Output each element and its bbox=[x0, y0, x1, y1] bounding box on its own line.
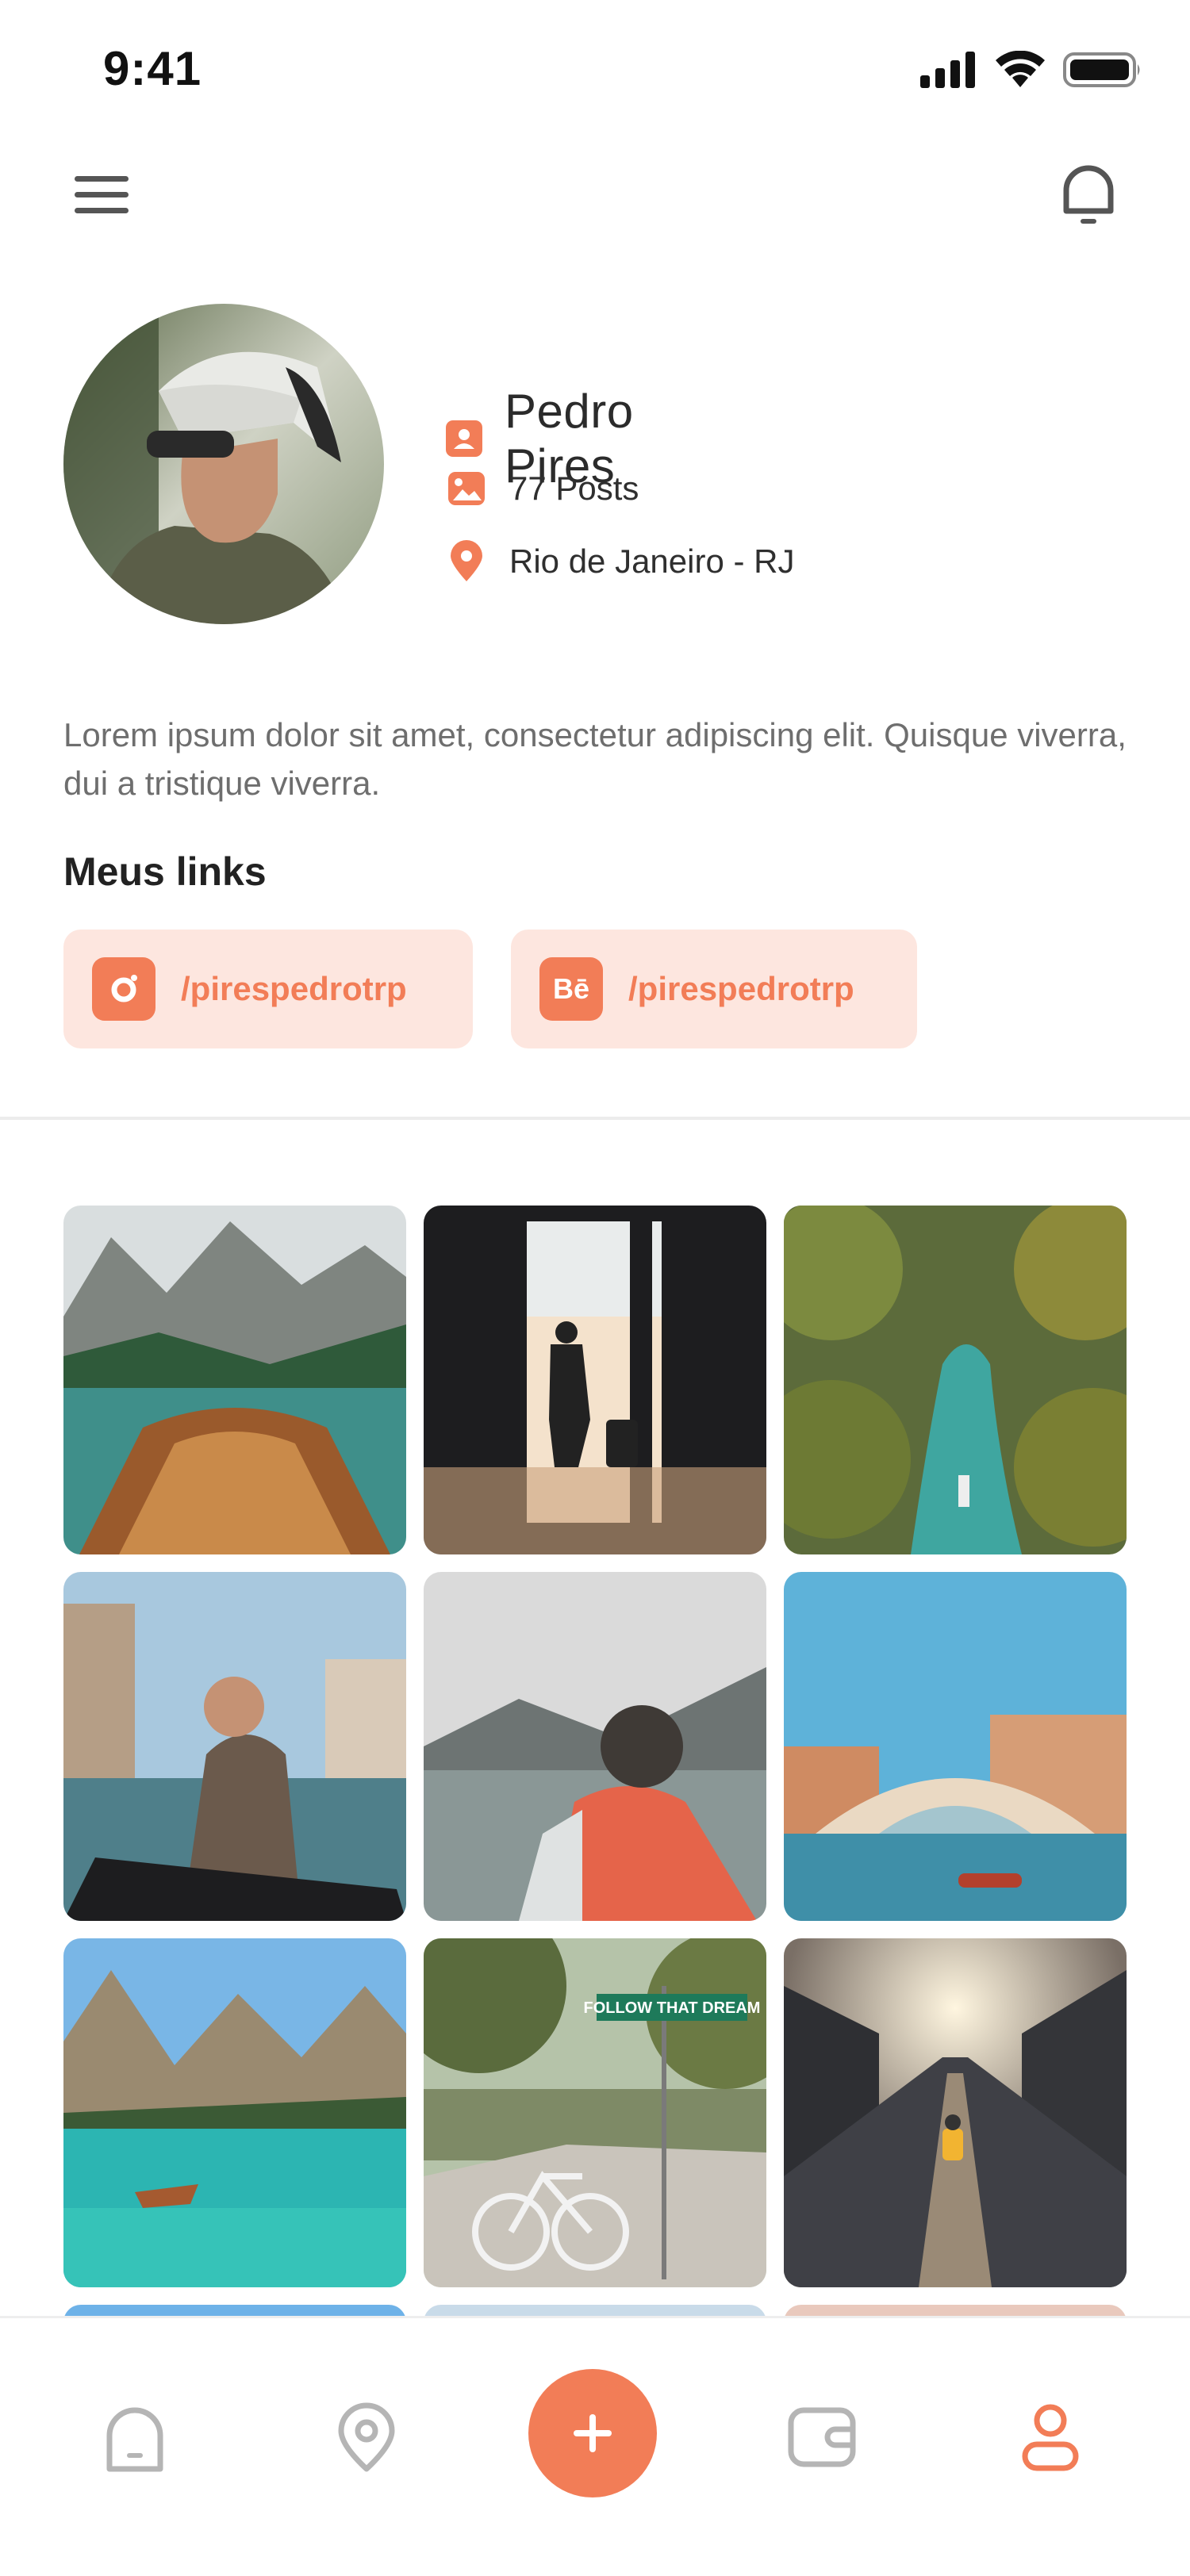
photo-hiker-lake[interactable] bbox=[424, 1572, 766, 1921]
nav-wallet[interactable] bbox=[774, 2390, 869, 2485]
instagram-link-label: /pirespedrotrp bbox=[181, 970, 407, 1007]
links-title: Meus links bbox=[63, 849, 267, 894]
follow-dream-sign: FOLLOW THAT DREAM bbox=[584, 1999, 761, 2017]
bottom-navigation bbox=[0, 2316, 1190, 2576]
profile-icon bbox=[1022, 2404, 1079, 2471]
add-icon bbox=[574, 2414, 612, 2452]
photo-rialto-bridge[interactable] bbox=[784, 1572, 1127, 1921]
photo-suspension-bridge[interactable] bbox=[784, 1938, 1127, 2287]
profile-avatar bbox=[63, 304, 384, 624]
map-pin-icon bbox=[338, 2402, 395, 2472]
section-divider bbox=[0, 1117, 1190, 1120]
status-icons bbox=[920, 51, 1142, 89]
top-bar bbox=[0, 151, 1190, 246]
hamburger-icon bbox=[75, 176, 129, 213]
location-text: Rio de Janeiro - RJ bbox=[509, 542, 795, 580]
image-icon bbox=[448, 472, 485, 505]
menu-button[interactable] bbox=[62, 155, 141, 235]
avatar-photo bbox=[63, 304, 384, 624]
photo-canoe-river[interactable] bbox=[784, 1206, 1127, 1554]
location-row: Rio de Janeiro - RJ bbox=[444, 539, 794, 584]
notification-button[interactable] bbox=[1049, 155, 1128, 235]
contact-card-icon bbox=[446, 420, 482, 457]
photo-boat-lake[interactable] bbox=[63, 1206, 406, 1554]
nav-profile[interactable] bbox=[1003, 2390, 1098, 2485]
behance-link-label: /pirespedrotrp bbox=[628, 970, 854, 1007]
home-icon bbox=[106, 2407, 163, 2472]
status-time: 9:41 bbox=[103, 42, 202, 95]
nav-map[interactable] bbox=[319, 2390, 414, 2485]
behance-link[interactable]: Bē /pirespedrotrp bbox=[511, 930, 917, 1048]
photo-turquoise-lake[interactable] bbox=[63, 1938, 406, 2287]
add-post-button[interactable] bbox=[528, 2369, 657, 2497]
map-pin-icon bbox=[451, 540, 482, 581]
photo-partial-sunset[interactable] bbox=[784, 2305, 1127, 2316]
photo-partial-sky[interactable] bbox=[63, 2305, 406, 2316]
nav-home[interactable] bbox=[87, 2390, 182, 2485]
photo-grid: FOLLOW THAT DREAM bbox=[63, 1206, 1127, 2316]
bell-icon bbox=[1063, 165, 1114, 224]
instagram-icon bbox=[92, 957, 155, 1021]
battery-icon bbox=[1063, 52, 1140, 87]
behance-icon: Bē bbox=[539, 957, 603, 1021]
photo-partial-clouds[interactable] bbox=[424, 2305, 766, 2316]
photo-traveler-silhouette[interactable] bbox=[424, 1206, 766, 1554]
profile-bio: Lorem ipsum dolor sit amet, consectetur … bbox=[63, 716, 1127, 802]
posts-count: 77 Posts bbox=[509, 470, 639, 507]
wallet-icon bbox=[788, 2407, 856, 2467]
photo-gondola-venice[interactable] bbox=[63, 1572, 406, 1921]
cellular-signal-icon bbox=[920, 52, 975, 88]
photo-bicycle-sign[interactable]: FOLLOW THAT DREAM bbox=[424, 1938, 766, 2287]
instagram-link[interactable]: /pirespedrotrp bbox=[63, 930, 473, 1048]
posts-row: 77 Posts bbox=[444, 466, 639, 511]
wifi-icon bbox=[996, 51, 1045, 87]
status-bar: 9:41 bbox=[0, 0, 1190, 143]
